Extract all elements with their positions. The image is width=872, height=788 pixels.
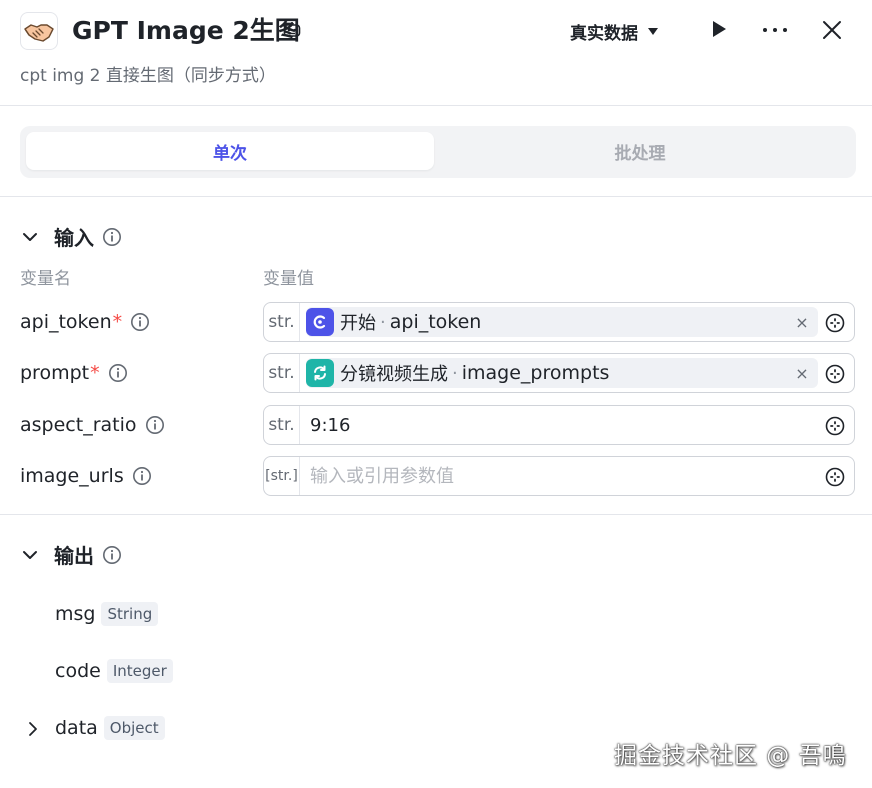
remove-ref-icon[interactable]: × — [794, 313, 810, 332]
mode-tabs-section: 单次 批处理 — [0, 106, 872, 197]
aspect-ratio-value[interactable]: 9:16 — [310, 415, 854, 436]
caret-down-icon — [648, 28, 658, 35]
param-label-api-token: api_token * — [20, 302, 150, 342]
type-tag: str. — [264, 406, 300, 444]
handshake-icon — [20, 12, 58, 50]
watermark: 掘金技术社区 @ 吾鳴 — [614, 743, 847, 769]
play-icon[interactable] — [708, 18, 730, 40]
page-subtitle: cpt img 2 直接生图（同步方式） — [20, 66, 276, 86]
type-tag: [str.] — [264, 457, 300, 495]
output-item-code: code Integer — [55, 659, 173, 683]
image-urls-input[interactable] — [310, 465, 854, 487]
param-name: api_token — [20, 311, 112, 333]
param-label-aspect-ratio: aspect_ratio — [20, 405, 165, 445]
ref-node-name: 开始 — [340, 313, 376, 334]
param-label-prompt: prompt * — [20, 353, 128, 393]
mode-tabs: 单次 批处理 — [20, 126, 856, 178]
ref-var-name: image_prompts — [461, 362, 610, 384]
variable-picker-icon[interactable] — [824, 363, 846, 385]
page-title: GPT Image 2生图 — [72, 16, 300, 45]
column-name-label: 变量名 — [20, 269, 71, 289]
reference-chip[interactable]: 开始 · api_token × — [306, 307, 818, 337]
section-divider — [0, 514, 872, 515]
output-section-title: 输出 — [54, 544, 94, 568]
tab-batch[interactable]: 批处理 — [436, 132, 844, 170]
ref-separator: · — [452, 362, 458, 384]
info-icon[interactable] — [102, 227, 122, 247]
output-name: data — [55, 717, 98, 739]
variable-picker-icon[interactable] — [824, 312, 846, 334]
ref-var-name: api_token — [389, 311, 482, 333]
info-icon[interactable] — [132, 466, 152, 486]
required-mark: * — [90, 362, 100, 384]
loop-node-icon — [306, 359, 334, 387]
output-name: msg — [55, 603, 96, 625]
column-value-label: 变量值 — [263, 269, 314, 289]
panel-header: GPT Image 2生图 真实数据 cpt img 2 直接生图（同步方式） — [0, 0, 872, 106]
data-source-label: 真实数据 — [570, 23, 638, 44]
output-item-msg: msg String — [55, 602, 159, 626]
tab-single[interactable]: 单次 — [26, 132, 434, 170]
param-field-api-token[interactable]: str. 开始 · api_token × — [263, 302, 855, 342]
chevron-down-icon — [23, 232, 37, 241]
close-icon[interactable] — [820, 18, 844, 42]
reference-chip[interactable]: 分镜视频生成 · image_prompts × — [306, 358, 818, 388]
info-icon[interactable] — [145, 415, 165, 435]
param-label-image-urls: image_urls — [20, 456, 152, 496]
param-field-aspect-ratio[interactable]: str. 9:16 — [263, 405, 855, 445]
robot-icon[interactable] — [282, 20, 302, 40]
output-name: code — [55, 660, 101, 682]
output-section-header[interactable]: 输出 — [20, 540, 122, 569]
remove-ref-icon[interactable]: × — [794, 364, 810, 383]
chevron-down-icon — [23, 550, 37, 559]
node-test-panel: GPT Image 2生图 真实数据 cpt img 2 直接生图（同步方式） — [0, 0, 872, 788]
info-icon[interactable] — [102, 545, 122, 565]
info-icon[interactable] — [130, 312, 150, 332]
variable-picker-icon[interactable] — [824, 415, 846, 437]
type-tag: str. — [264, 354, 300, 392]
param-name: image_urls — [20, 465, 124, 487]
param-field-prompt[interactable]: str. 分镜视频生成 · image_prompts × — [263, 353, 855, 393]
param-field-image-urls[interactable]: [str.] — [263, 456, 855, 496]
param-name: prompt — [20, 362, 90, 384]
required-mark: * — [112, 311, 123, 333]
ref-node-name: 分镜视频生成 — [340, 364, 448, 385]
ref-separator: · — [380, 311, 386, 333]
output-item-data[interactable]: data Object — [55, 716, 165, 740]
output-type-badge: Object — [103, 716, 165, 740]
input-section-title: 输入 — [54, 226, 94, 250]
type-tag: str. — [264, 303, 300, 341]
more-icon[interactable] — [760, 20, 790, 40]
variable-picker-icon[interactable] — [824, 466, 846, 488]
param-name: aspect_ratio — [20, 414, 137, 436]
input-section-header[interactable]: 输入 — [20, 222, 122, 251]
output-type-badge: Integer — [106, 659, 173, 683]
start-node-icon — [306, 308, 334, 336]
chevron-right-icon[interactable] — [24, 718, 42, 740]
info-icon[interactable] — [108, 363, 128, 383]
output-type-badge: String — [101, 602, 159, 626]
data-source-select[interactable]: 真实数据 — [570, 18, 660, 44]
